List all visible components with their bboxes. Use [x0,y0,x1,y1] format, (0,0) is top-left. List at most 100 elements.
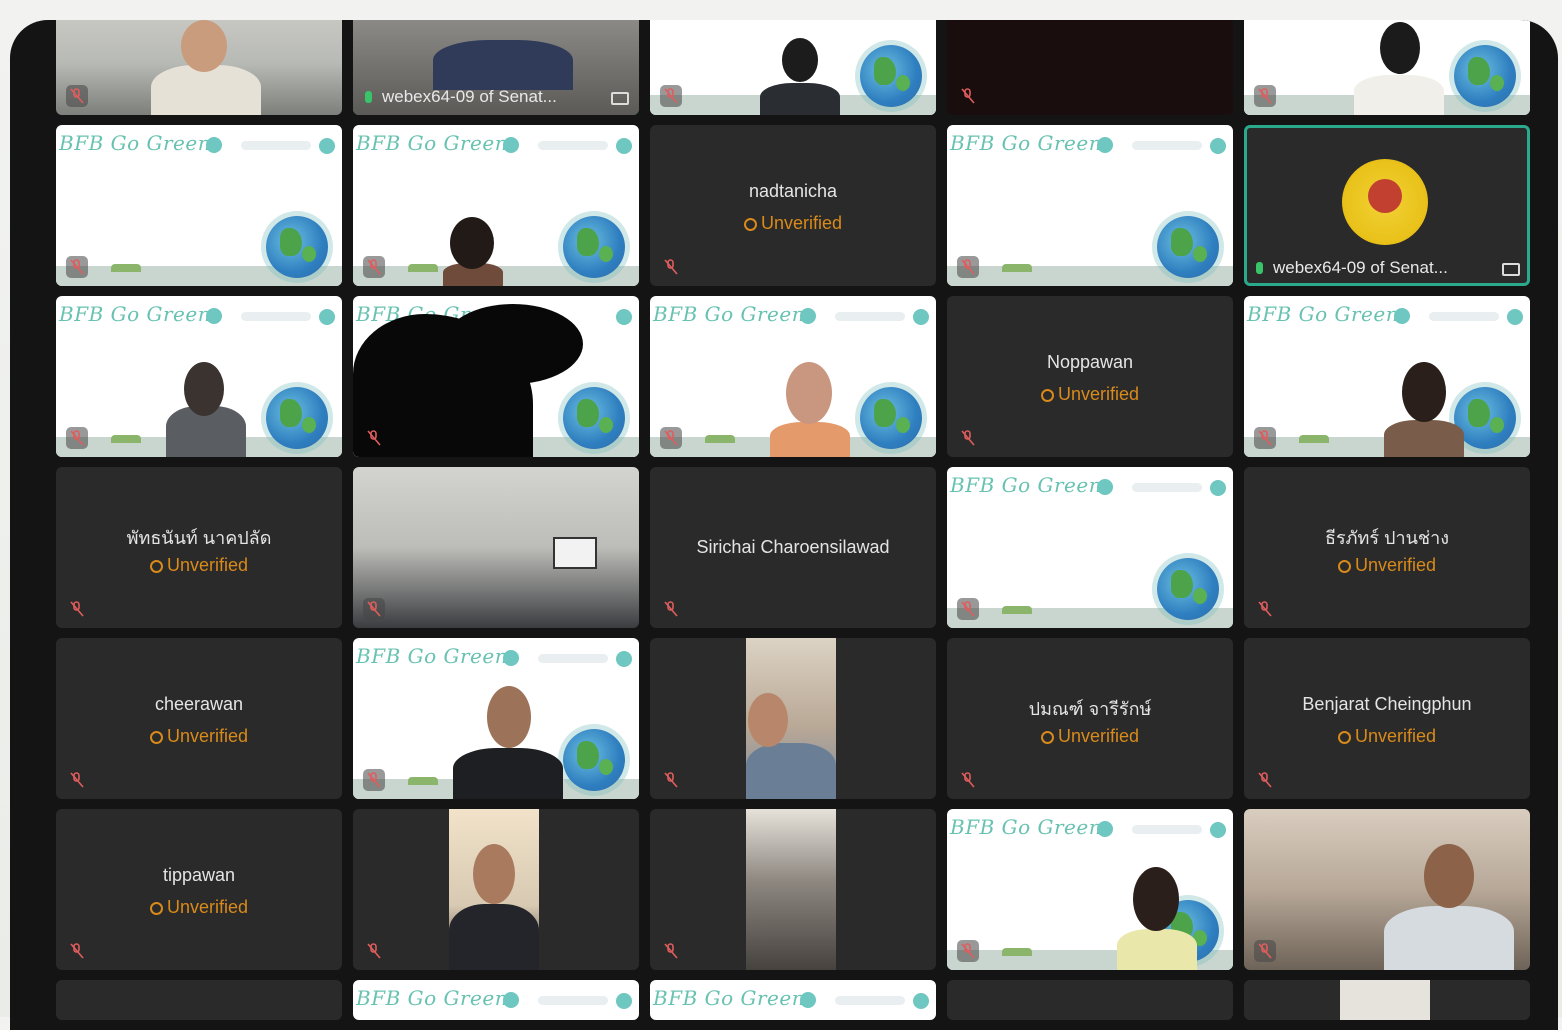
participant-tile-partial-slide-1[interactable]: BFB Go Green [353,980,639,1020]
globe-logo-icon [266,387,328,449]
participant-tile-office-man[interactable] [1244,809,1530,970]
participant-name: ปมณฑ์ จารีรักษ์ [1028,699,1152,719]
mic-muted-icon [363,256,385,278]
globe-logo-icon [563,216,625,278]
mic-muted-icon [957,427,979,449]
participant-tile-dark[interactable] [947,20,1233,115]
participant-tile-slide-man[interactable]: BFB Go Green [353,638,639,799]
participant-tile-slide-silhouette[interactable]: BFB Go Green [353,296,639,457]
virtual-background: BFB Go Green [353,980,639,1020]
participant-tile-slide-headset[interactable] [650,20,936,115]
mic-muted-icon [66,769,88,791]
participant-tile-nadtanicha[interactable]: nadtanicha Unverified [650,125,936,286]
participant-tile-office-room[interactable] [353,467,639,628]
participant-name: ธีรภัทร์ ปานช่าง [1324,528,1449,548]
mic-muted-icon [957,256,979,278]
participant-video [438,217,508,286]
participant-video [746,693,836,799]
participant-tile-theraphat[interactable]: ธีรภัทร์ ปานช่าง Unverified [1244,467,1530,628]
participant-video [449,844,539,970]
mic-muted-icon [1254,598,1276,620]
participant-tile-cheerawan[interactable]: cheerawan Unverified [56,638,342,799]
virtual-background: BFB Go Green [947,125,1233,286]
brand-text: BFB Go Green [950,131,1103,155]
participant-tile-portrait-room[interactable] [650,809,936,970]
participant-video [353,304,593,457]
mic-muted-icon [363,940,385,962]
unverified-badge: Unverified [56,726,342,747]
participant-tile-slide-woman-4[interactable]: BFB Go Green [1244,296,1530,457]
mic-muted-icon [363,598,385,620]
screen-share-icon[interactable] [611,92,629,105]
host-name-label: webex64-09 of Senat... [1273,258,1448,277]
participant-tile-slide-3[interactable]: BFB Go Green [947,467,1233,628]
participant-name: nadtanicha [748,181,838,201]
virtual-background: BFB Go Green [650,980,936,1020]
participant-video [453,686,563,799]
participant-video [1117,867,1197,970]
mic-muted-icon [66,427,88,449]
participant-tile-slide-woman-2[interactable]: BFB Go Green [353,125,639,286]
participant-tile-noppawan[interactable]: Noppawan Unverified [947,296,1233,457]
participant-tile-camera-man-office[interactable] [56,20,342,115]
participant-tile-slide[interactable]: BFB Go Green [56,125,342,286]
participant-tile-partial-2[interactable] [947,980,1233,1020]
globe-logo-icon [860,45,922,107]
unverified-badge: Unverified [1244,726,1530,747]
participant-tile-host-emblem[interactable]: webex64-09 of Senat... [1244,125,1530,286]
mic-muted-icon [660,427,682,449]
mic-muted-icon [1254,769,1276,791]
mic-muted-icon [660,85,682,107]
brand-text: BFB Go Green [59,302,212,326]
screen-share-icon[interactable] [1502,263,1520,276]
brand-text: BFB Go Green [653,986,806,1010]
participant-name: พัทธนันท์ นาคปลัด [126,528,272,548]
host-name-label: webex64-09 of Senat... [382,87,557,106]
participant-tile-slide-woman[interactable] [1244,20,1530,115]
participant-video [760,38,840,115]
participant-tile-partial-3[interactable] [1244,980,1530,1020]
participant-video [1354,20,1444,115]
participant-tile-benjarat[interactable]: Benjarat Cheingphun Unverified [1244,638,1530,799]
participant-tile-sirichai[interactable]: Sirichai Charoensilawad [650,467,936,628]
unverified-badge: Unverified [56,555,342,576]
participant-name: cheerawan [154,694,244,714]
participant-name: tippawan [162,865,236,885]
virtual-background: BFB Go Green [947,467,1233,628]
participant-tile-tippawan[interactable]: tippawan Unverified [56,809,342,970]
participant-tile-portrait-man-2[interactable] [353,809,639,970]
participant-tile-portrait-man[interactable] [650,638,936,799]
emblem-avatar [1342,159,1428,245]
globe-logo-icon [266,216,328,278]
participant-name: Benjarat Cheingphun [1302,694,1472,714]
participant-tile-phatthanan[interactable]: พัทธนันท์ นาคปลัด Unverified [56,467,342,628]
participant-tile-slide-woman-3[interactable]: BFB Go Green [650,296,936,457]
brand-text: BFB Go Green [356,131,509,155]
participant-tile-partial-1[interactable] [56,980,342,1020]
video-feed [1340,980,1430,1020]
mic-muted-icon [66,85,88,107]
clock-icon [149,902,163,915]
participant-tile-slide-2[interactable]: BFB Go Green [947,125,1233,286]
mic-muted-icon [957,598,979,620]
mic-muted-icon [957,85,979,107]
participant-tile-slide-back[interactable]: BFB Go Green [56,296,342,457]
meeting-window: webex64-09 of Senat... BFB Go Green BFB … [10,20,1558,1030]
participant-video [151,20,261,115]
mic-muted-icon [66,598,88,620]
globe-logo-icon [860,387,922,449]
host-name-bar: webex64-09 of Senat... [361,87,631,109]
participant-tile-partial-slide-2[interactable]: BFB Go Green [650,980,936,1020]
mic-muted-icon [1254,940,1276,962]
mic-muted-icon [660,769,682,791]
brand-text: BFB Go Green [59,131,212,155]
brand-text: BFB Go Green [356,644,509,668]
clock-icon [1337,560,1351,573]
brand-text: BFB Go Green [1247,302,1400,326]
participant-tile-host-room[interactable]: webex64-09 of Senat... [353,20,639,115]
participant-tile-slide-woman-5[interactable]: BFB Go Green [947,809,1233,970]
clock-icon [1040,389,1054,402]
participant-tile-pamanut[interactable]: ปมณฑ์ จารีรักษ์ Unverified [947,638,1233,799]
participant-video [433,20,573,90]
mic-muted-icon [957,940,979,962]
